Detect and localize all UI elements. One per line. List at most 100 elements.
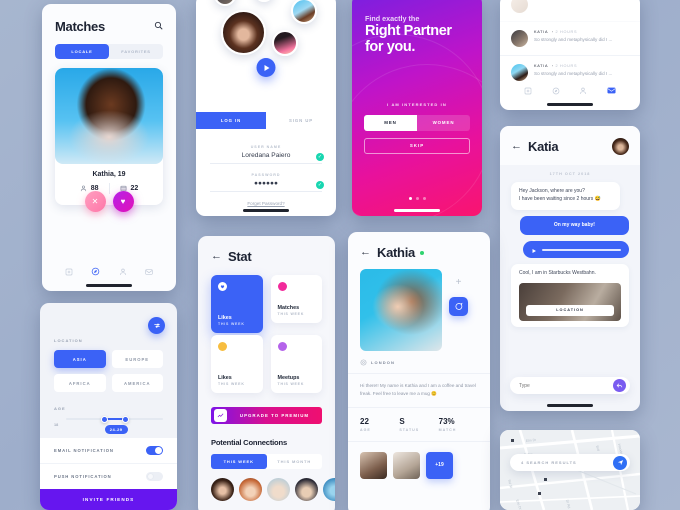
- avatar-primary[interactable]: [221, 10, 266, 55]
- screen-chat-list: KATIA · 2 HOURS So strongly and metaphys…: [500, 0, 640, 110]
- toggle-email-notification[interactable]: [146, 446, 163, 455]
- home-indicator: [547, 404, 593, 407]
- chat-input-bar[interactable]: [510, 377, 630, 394]
- stat-value: 73%: [438, 416, 455, 426]
- avatar[interactable]: [323, 478, 335, 501]
- home-indicator: [394, 209, 440, 212]
- avatar: [511, 0, 528, 13]
- search-icon[interactable]: [154, 17, 163, 35]
- nav-person-icon[interactable]: [579, 82, 587, 100]
- add-photo-icon[interactable]: +: [456, 277, 462, 288]
- screen-settings: LOCATION ASIA EUROPE AFRICA AMERICA AGE …: [40, 303, 177, 510]
- invite-friends-button[interactable]: INVITE FRIENDS: [40, 489, 177, 510]
- stat-card-likes-2[interactable]: Likes THIS WEEK: [211, 335, 263, 393]
- slider-knob-min[interactable]: [100, 415, 108, 423]
- list-item[interactable]: KATIA · 2 HOURS So strongly and metaphys…: [500, 22, 640, 56]
- screen-onboarding: Find exactly the Right Partner for you. …: [352, 0, 482, 216]
- nav-compass-icon[interactable]: [91, 263, 100, 281]
- avatar[interactable]: [291, 0, 317, 24]
- avatar[interactable]: [295, 478, 318, 501]
- list-item-preview: [534, 3, 629, 8]
- stat-cards: Likes THIS WEEK Matches THIS WEEK Likes …: [198, 264, 335, 393]
- filter-button[interactable]: [148, 317, 165, 334]
- location-option-asia[interactable]: ASIA: [54, 350, 106, 368]
- screen-chat: ← Katia 17TH OCT 2018 Hey Jackson, where…: [500, 126, 640, 411]
- location-button[interactable]: LOCATION: [526, 305, 614, 316]
- nav-person-icon[interactable]: [119, 263, 127, 281]
- setting-row-email[interactable]: EMAIL NOTIFICATION: [40, 438, 177, 464]
- avatar[interactable]: [211, 478, 234, 501]
- chat-input[interactable]: [519, 382, 613, 389]
- tab-login[interactable]: LOG IN: [196, 112, 266, 129]
- toggle-push-notification[interactable]: [146, 472, 163, 481]
- age-slider[interactable]: 24-29: [66, 415, 163, 434]
- nav-mail-icon[interactable]: [607, 82, 616, 100]
- profile-photo[interactable]: [360, 269, 442, 351]
- message-button[interactable]: [449, 297, 468, 316]
- forgot-password-link[interactable]: Forget Password?: [196, 201, 336, 206]
- nav-plus-box-icon[interactable]: [65, 263, 73, 281]
- play-video-button[interactable]: [256, 58, 276, 77]
- like-button[interactable]: ♥: [112, 191, 134, 212]
- match-name: Kathia, 19: [92, 171, 126, 178]
- avatar[interactable]: [612, 138, 629, 155]
- stat-card-matches[interactable]: Matches THIS WEEK: [270, 275, 322, 323]
- play-icon[interactable]: [531, 241, 537, 259]
- reject-button[interactable]: ✕: [84, 191, 106, 212]
- potential-connections-title: Potential Connections: [211, 438, 287, 447]
- list-item[interactable]: [500, 0, 640, 22]
- stat-header: ← Stat: [198, 236, 335, 264]
- nav-mail-icon[interactable]: [145, 263, 153, 281]
- tab-this-week[interactable]: THIS WEEK: [211, 454, 267, 469]
- avatar[interactable]: [267, 478, 290, 501]
- password-field[interactable]: PASSWORD ●●●●●● ✓: [210, 164, 324, 192]
- avatar[interactable]: [254, 0, 274, 2]
- back-arrow-icon[interactable]: ←: [211, 251, 222, 262]
- page-dot[interactable]: [422, 197, 426, 200]
- avatar: [511, 64, 528, 81]
- sender-name: KATIA: [534, 64, 549, 68]
- stat-value: S: [399, 416, 405, 426]
- photo-thumb[interactable]: [360, 451, 387, 479]
- avatar[interactable]: [214, 0, 236, 6]
- decorative-ring: [352, 64, 482, 216]
- slider-knob-max[interactable]: [122, 415, 130, 423]
- map-search-bar[interactable]: 4 SEARCH RESULTS: [510, 454, 630, 471]
- tab-favorites[interactable]: FAVORITES: [109, 44, 163, 59]
- tab-this-month[interactable]: THIS MONTH: [267, 454, 323, 469]
- nav-compass-icon[interactable]: [552, 82, 560, 100]
- username-field[interactable]: USER NAME Loredana Paiero ✓: [210, 136, 324, 164]
- login-tabs: LOG IN SIGN UP: [196, 112, 336, 129]
- avatar[interactable]: [272, 30, 298, 56]
- status-dot: [277, 282, 287, 291]
- locate-button[interactable]: [613, 455, 627, 470]
- back-arrow-icon[interactable]: ←: [360, 247, 371, 258]
- chat-voice-message[interactable]: [522, 241, 629, 259]
- page-dot[interactable]: [408, 197, 412, 200]
- age-label: AGE: [54, 406, 66, 411]
- stat-card-likes[interactable]: Likes THIS WEEK: [211, 275, 263, 333]
- tab-locale[interactable]: LOCALE: [55, 44, 109, 59]
- match-card[interactable]: Kathia, 19 88 22: [55, 68, 163, 205]
- page-dot[interactable]: [415, 197, 419, 200]
- back-arrow-icon[interactable]: ←: [511, 141, 522, 152]
- photo-thumb[interactable]: [393, 451, 420, 479]
- age-min-value: 18: [54, 423, 59, 427]
- avatar[interactable]: [239, 478, 262, 501]
- location-option-africa[interactable]: AFRICA: [54, 374, 106, 392]
- stat-card-name: Matches: [277, 305, 300, 311]
- location-option-america[interactable]: AMERICA: [111, 374, 163, 392]
- list-item-preview: So strongly and metaphysically did I ...: [534, 70, 613, 76]
- tab-signup[interactable]: SIGN UP: [266, 112, 336, 129]
- send-button[interactable]: [613, 379, 626, 392]
- upgrade-to-premium-button[interactable]: UPGRADE TO PREMIUM: [211, 407, 322, 424]
- chart-icon: [214, 409, 227, 422]
- chat-bubble-location: Cool, I am in Starbucks Westbahn. LOCATI…: [511, 264, 629, 327]
- location-preview-image[interactable]: LOCATION: [519, 283, 621, 321]
- location-option-europe[interactable]: EUROPE: [111, 350, 163, 368]
- stat-card-meetups[interactable]: Meetups THIS WEEK: [270, 335, 322, 393]
- nav-plus-box-icon[interactable]: [524, 82, 532, 100]
- setting-row-push[interactable]: PUSH NOTIFICATION: [40, 464, 177, 489]
- list-item-meta: KATIA · 2 HOURS: [534, 30, 578, 34]
- more-photos-button[interactable]: +19: [426, 451, 453, 479]
